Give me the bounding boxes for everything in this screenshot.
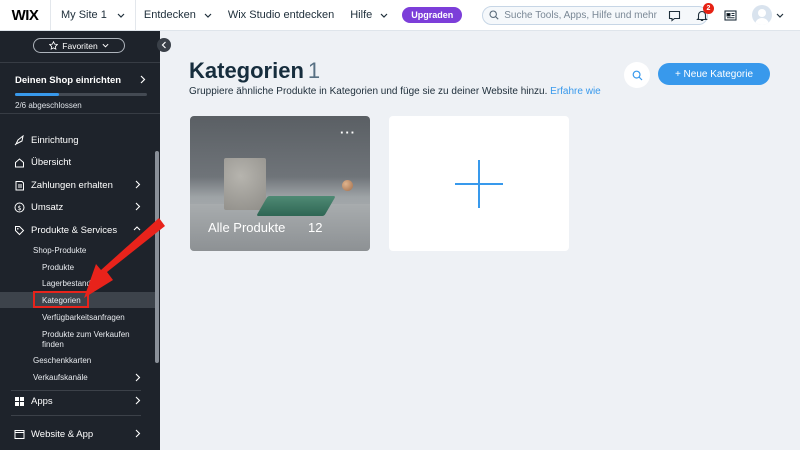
- sidebar-item-umsatz[interactable]: $ Umsatz: [0, 197, 155, 217]
- notification-badge: 2: [703, 3, 714, 14]
- wix-studio-link[interactable]: Wix Studio entdecken: [220, 9, 342, 21]
- setup-widget[interactable]: Deinen Shop einrichten 2/6 abgeschlossen: [0, 62, 160, 114]
- page-title-text: Kategorien: [189, 58, 304, 83]
- tag-icon: [11, 225, 27, 236]
- subitem-label: Produkte zum Verkaufen: [42, 329, 130, 339]
- account-menu[interactable]: [752, 5, 784, 25]
- top-bar: WIX My Site 1 Entdecken Wix Studio entde…: [0, 0, 800, 31]
- chevron-right-icon: [140, 75, 146, 84]
- collapse-sidebar-button[interactable]: [157, 38, 171, 52]
- notifications-button[interactable]: 2: [688, 0, 716, 31]
- top-icons: 2: [660, 0, 744, 31]
- plus-icon: [455, 159, 503, 208]
- card-image-slab: [256, 196, 336, 216]
- site-name: My Site 1: [61, 9, 107, 21]
- avatar: [752, 5, 772, 25]
- chevron-down-icon: [204, 13, 212, 18]
- sidebar-item-einrichtung[interactable]: Einrichtung: [0, 130, 155, 150]
- sidebar-subitem-verkaufskanaele[interactable]: Verkaufskanäle: [0, 369, 155, 385]
- subitem-label: Verfügbarkeitsanfragen: [42, 312, 125, 322]
- more-options-icon[interactable]: ···: [340, 125, 356, 140]
- search-categories-button[interactable]: [624, 62, 650, 88]
- sidebar-item-label: Übersicht: [31, 156, 72, 168]
- explore-menu[interactable]: Entdecken: [136, 9, 220, 21]
- category-count: 1: [307, 58, 321, 83]
- dollar-icon: $: [11, 202, 27, 213]
- wix-studio-label: Wix Studio entdecken: [227, 9, 335, 21]
- chevron-right-icon: [135, 202, 141, 211]
- setup-progress-bar: [15, 93, 147, 96]
- search-icon: [632, 70, 642, 80]
- svg-text:$: $: [17, 204, 21, 212]
- new-category-button[interactable]: + Neue Kategorie: [658, 63, 770, 85]
- chevron-right-icon: [135, 373, 141, 382]
- card-image-ball: [342, 180, 353, 191]
- add-category-card[interactable]: [389, 116, 569, 251]
- card-image-cube: [224, 158, 266, 210]
- sidebar-subitem-verfuegbarkeitsanfragen[interactable]: Verfügbarkeitsanfragen: [0, 309, 155, 325]
- category-card[interactable]: ··· Alle Produkte 12: [190, 116, 370, 251]
- wix-logo[interactable]: WIX: [0, 7, 50, 24]
- sidebar-item-label: Umsatz: [31, 201, 64, 213]
- favorites-label: Favoriten: [62, 40, 98, 51]
- sidebar-item-website-app[interactable]: Website & App: [0, 424, 155, 444]
- chevron-left-icon: [161, 41, 166, 49]
- website-icon: [11, 429, 27, 440]
- apps-icon: [11, 396, 27, 407]
- chevron-right-icon: [135, 429, 141, 438]
- home-icon: [11, 157, 27, 168]
- chevron-right-icon: [135, 180, 141, 189]
- learn-more-link[interactable]: Erfahre wie: [550, 86, 601, 97]
- help-label: Hilfe: [350, 9, 373, 21]
- sidebar-item-uebersicht[interactable]: Übersicht: [0, 152, 155, 172]
- subitem-label: finden: [42, 339, 64, 349]
- sidebar-item-label: Website & App: [31, 428, 94, 440]
- sidebar-subitem-geschenkkarten[interactable]: Geschenkkarten: [0, 352, 155, 368]
- divider: [11, 415, 141, 416]
- sidebar-item-zahlungen[interactable]: Zahlungen erhalten: [0, 175, 155, 195]
- favorites-button[interactable]: Favoriten: [33, 38, 125, 53]
- chevron-down-icon: [776, 13, 784, 18]
- page-title: Kategorien 1: [189, 58, 320, 84]
- category-product-count: 12: [308, 220, 323, 235]
- news-icon: [723, 10, 737, 21]
- page-subtitle: Gruppiere ähnliche Produkte in Kategorie…: [189, 86, 601, 97]
- sidebar-item-apps[interactable]: Apps: [0, 391, 155, 411]
- subtitle-text: Gruppiere ähnliche Produkte in Kategorie…: [189, 86, 548, 97]
- explore-label: Entdecken: [143, 9, 196, 21]
- chevron-down-icon: [380, 13, 388, 18]
- chevron-right-icon: [135, 396, 141, 405]
- chat-icon: [668, 10, 680, 22]
- rocket-icon: [11, 134, 27, 146]
- main-content: Kategorien 1 Gruppiere ähnliche Produkte …: [160, 31, 800, 450]
- chevron-down-icon: [117, 13, 125, 18]
- setup-progress-text: 2/6 abgeschlossen: [15, 101, 82, 110]
- help-menu[interactable]: Hilfe: [342, 9, 396, 21]
- news-button[interactable]: [716, 0, 744, 31]
- sidebar-item-label: Einrichtung: [31, 134, 79, 146]
- setup-progress-fill: [15, 93, 59, 96]
- sidebar-item-label: Apps: [31, 395, 53, 407]
- sidebar-subitem-produkte-finden[interactable]: Produkte zum Verkaufen finden: [0, 327, 155, 351]
- star-icon: [49, 41, 59, 50]
- upgrade-button[interactable]: Upgraden: [402, 7, 463, 23]
- site-selector[interactable]: My Site 1: [51, 0, 135, 31]
- chevron-down-icon: [102, 43, 109, 48]
- subitem-label: Verkaufskanäle: [33, 372, 88, 382]
- setup-title: Deinen Shop einrichten: [15, 75, 122, 86]
- sidebar-item-label: Zahlungen erhalten: [31, 179, 113, 191]
- payment-icon: [11, 180, 27, 191]
- subitem-label: Geschenkkarten: [33, 355, 92, 365]
- annotation-arrow-icon: [84, 218, 165, 298]
- search-icon: [489, 10, 499, 20]
- category-name: Alle Produkte: [208, 220, 286, 235]
- chat-button[interactable]: [660, 0, 688, 31]
